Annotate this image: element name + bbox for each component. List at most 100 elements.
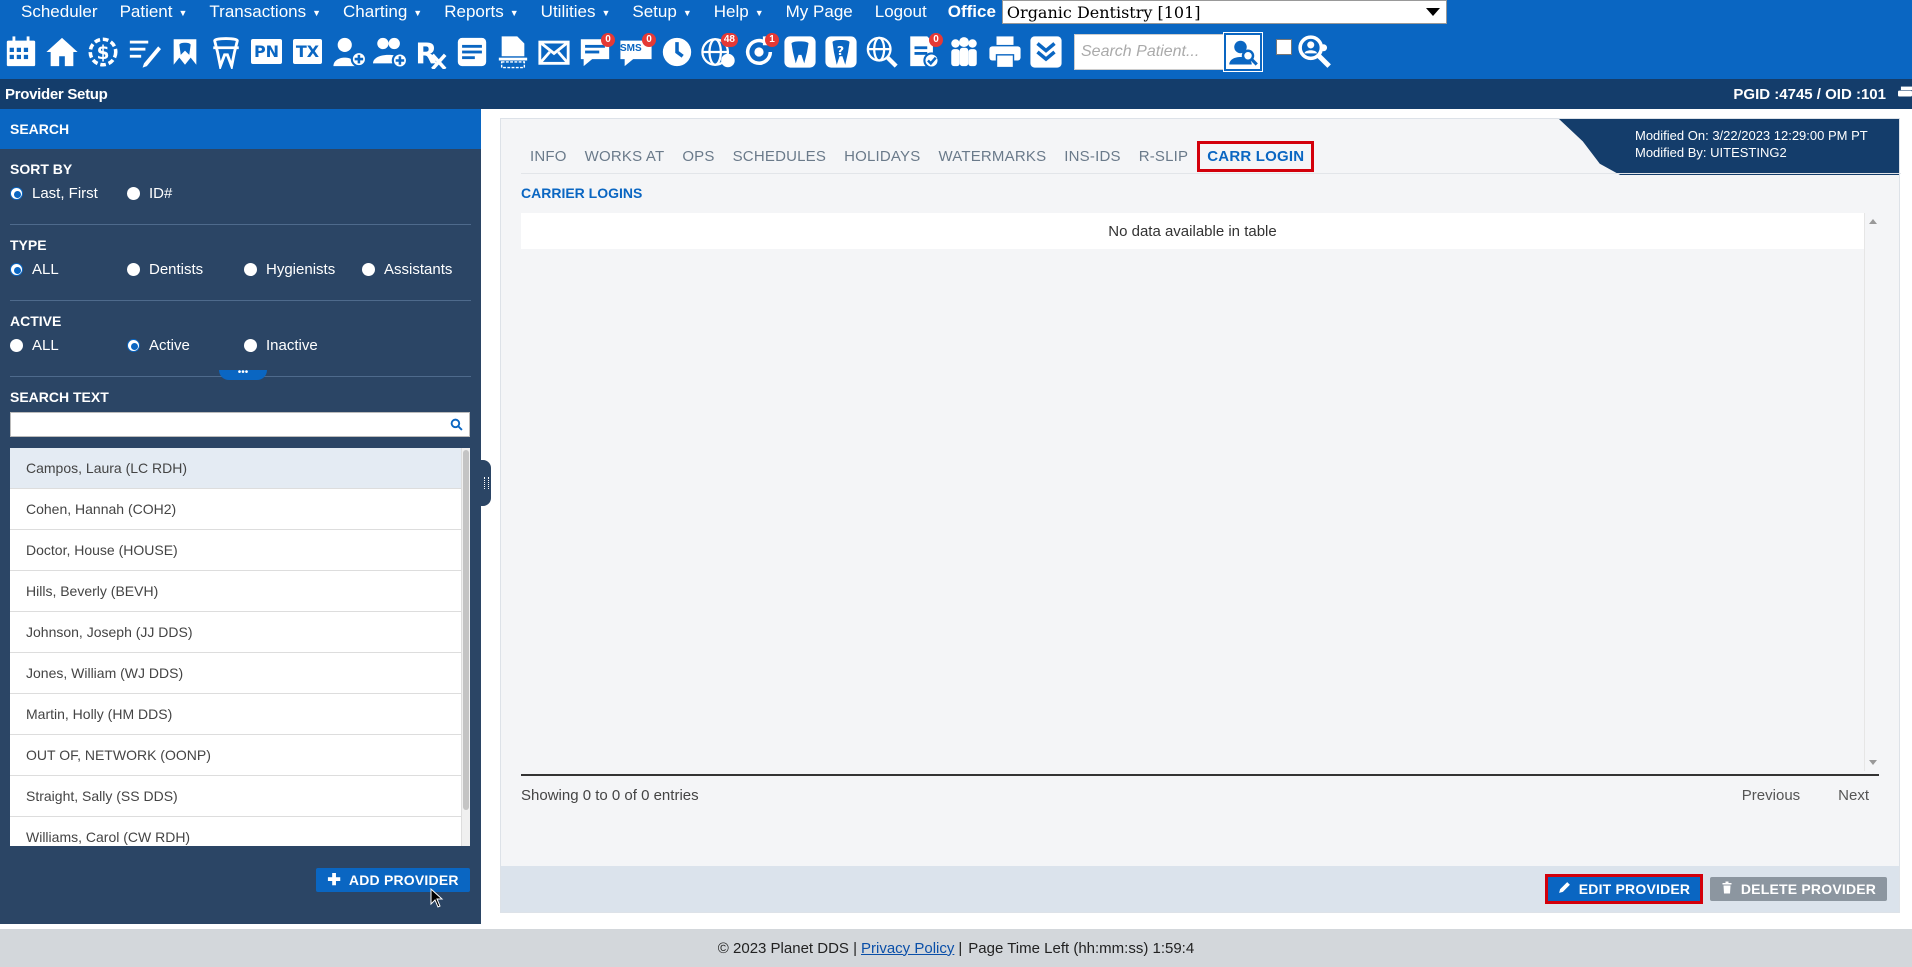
list-item[interactable]: Straight, Sally (SS DDS) <box>10 776 470 817</box>
clock-icon[interactable] <box>658 32 695 72</box>
radio-sort-last-first[interactable]: Last, First <box>10 185 119 202</box>
radio-type-all[interactable]: ALL <box>10 261 119 278</box>
toolbar-checkbox[interactable] <box>1276 38 1292 55</box>
radio-label: ID# <box>149 185 173 202</box>
list-item[interactable]: Doctor, House (HOUSE) <box>10 530 470 571</box>
add-family-icon[interactable] <box>371 32 408 72</box>
menu-charting[interactable]: Charting ▼ <box>332 2 433 22</box>
menu-logout[interactable]: Logout <box>864 2 938 22</box>
menu-label: Transactions <box>209 2 307 21</box>
menu-label: Scheduler <box>21 2 98 21</box>
list-item[interactable]: Campos, Laura (LC RDH) <box>10 448 470 489</box>
tab-divider <box>521 173 1901 174</box>
expand-down-icon[interactable] <box>1027 32 1064 72</box>
radio-active-active[interactable]: Active <box>127 337 236 354</box>
menu-reports[interactable]: Reports ▼ <box>433 2 529 22</box>
search-text-input[interactable] <box>10 412 470 437</box>
home-icon[interactable] <box>43 32 80 72</box>
document-list-icon[interactable] <box>453 32 490 72</box>
tab-works-at[interactable]: WORKS AT <box>576 142 674 171</box>
list-item[interactable]: Martin, Holly (HM DDS) <box>10 694 470 735</box>
list-item[interactable]: Johnson, Joseph (JJ DDS) <box>10 612 470 653</box>
tab-holidays[interactable]: HOLIDAYS <box>835 142 929 171</box>
person-search-icon <box>1229 40 1258 66</box>
collapse-filters-handle[interactable]: ••• <box>219 368 267 380</box>
radio-sort-id[interactable]: ID# <box>127 185 172 202</box>
menu-transactions[interactable]: Transactions ▼ <box>198 2 332 22</box>
menu-my-page[interactable]: My Page <box>775 2 864 22</box>
modified-by-text: Modified By: UITESTING2 <box>1635 145 1787 160</box>
dropdown-arrow-icon <box>1425 8 1440 16</box>
tab-watermarks[interactable]: WATERMARKS <box>929 142 1055 171</box>
menu-patient[interactable]: Patient ▼ <box>109 2 199 22</box>
scroll-down-icon[interactable] <box>1869 760 1877 765</box>
scan-document-icon[interactable] <box>494 32 531 72</box>
dollar-gear-icon[interactable]: $ <box>84 32 121 72</box>
provider-list: Campos, Laura (LC RDH) Cohen, Hannah (CO… <box>10 448 470 846</box>
scrollbar-thumb[interactable] <box>463 450 469 810</box>
sms-icon[interactable]: SMS 0 <box>617 32 656 72</box>
print-icon[interactable] <box>1898 86 1912 100</box>
messages-icon[interactable]: 0 <box>576 32 615 72</box>
menu-help[interactable]: Help ▼ <box>703 2 775 22</box>
menu-utilities[interactable]: Utilities ▼ <box>530 2 622 22</box>
mail-icon[interactable] <box>535 32 572 72</box>
active-label: ACTIVE <box>10 313 62 329</box>
team-icon[interactable] <box>945 32 982 72</box>
scroll-up-icon[interactable] <box>1869 219 1877 224</box>
tooth-icon[interactable] <box>781 32 818 72</box>
treatment-plan-icon[interactable]: TX <box>289 32 326 72</box>
list-item[interactable]: Hills, Beverly (BEVH) <box>10 571 470 612</box>
next-page-button[interactable]: Next <box>1838 787 1869 804</box>
web-badge: 48 <box>720 32 738 47</box>
office-select[interactable]: Organic Dentistry [101] <box>1001 0 1447 24</box>
progress-notes-icon[interactable]: PN <box>248 32 285 72</box>
tab-carr-login[interactable]: CARR LOGIN <box>1197 140 1315 172</box>
table-scrollbar[interactable] <box>1864 213 1879 771</box>
radio-type-hygienists[interactable]: Hygienists <box>244 261 354 278</box>
tab-info[interactable]: INFO <box>521 142 576 171</box>
add-provider-button[interactable]: ✚ ADD PROVIDER <box>316 868 470 892</box>
calendar-icon[interactable] <box>2 32 39 72</box>
radio-label: ALL <box>32 337 59 354</box>
recall-icon[interactable]: 1 <box>740 32 779 72</box>
global-search-icon[interactable] <box>1296 32 1333 72</box>
tooth-help-icon[interactable]: ? <box>822 32 859 72</box>
search-icon[interactable] <box>450 418 463 434</box>
provider-tabs: INFO WORKS AT OPS SCHEDULES HOLIDAYS WAT… <box>521 139 1315 173</box>
radio-active-inactive[interactable]: Inactive <box>244 337 318 354</box>
delete-provider-button[interactable]: DELETE PROVIDER <box>1710 877 1887 901</box>
printer-icon[interactable] <box>986 32 1023 72</box>
radio-type-assistants[interactable]: Assistants <box>362 261 452 278</box>
tab-schedules[interactable]: SCHEDULES <box>724 142 836 171</box>
patient-search-button[interactable] <box>1223 31 1263 72</box>
provider-list-scrollbar[interactable] <box>461 448 470 846</box>
svg-text:R: R <box>415 37 437 69</box>
radio-type-dentists[interactable]: Dentists <box>127 261 236 278</box>
tab-r-slip[interactable]: R-SLIP <box>1130 142 1198 171</box>
forms-check-icon[interactable]: 0 <box>904 32 943 72</box>
list-item[interactable]: Williams, Carol (CW RDH) <box>10 817 470 846</box>
menu-scheduler[interactable]: Scheduler <box>0 2 109 22</box>
privacy-policy-link[interactable]: Privacy Policy <box>861 940 954 957</box>
radio-dot <box>362 263 375 276</box>
add-patient-icon[interactable] <box>330 32 367 72</box>
list-item[interactable]: OUT OF, NETWORK (OONP) <box>10 735 470 776</box>
radio-dot <box>244 339 257 352</box>
globe-search-icon[interactable] <box>863 32 900 72</box>
perio-tooth-icon[interactable] <box>207 32 244 72</box>
list-item[interactable]: Cohen, Hannah (COH2) <box>10 489 470 530</box>
sidebar-splitter-handle[interactable] <box>481 460 491 506</box>
tab-ins-ids[interactable]: INS-IDS <box>1055 142 1129 171</box>
list-item[interactable]: Jones, William (WJ DDS) <box>10 653 470 694</box>
edit-notes-icon[interactable] <box>125 32 162 72</box>
web-patients-icon[interactable]: 48 <box>699 32 738 72</box>
menu-setup[interactable]: Setup ▼ <box>621 2 702 22</box>
previous-page-button[interactable]: Previous <box>1742 787 1800 804</box>
tab-ops[interactable]: OPS <box>673 142 723 171</box>
prescription-icon[interactable]: R <box>412 32 449 72</box>
tooth-chart-icon[interactable] <box>166 32 203 72</box>
search-patient-input[interactable]: Search Patient... <box>1074 33 1224 70</box>
edit-provider-button[interactable]: EDIT PROVIDER <box>1545 874 1703 904</box>
radio-active-all[interactable]: ALL <box>10 337 119 354</box>
